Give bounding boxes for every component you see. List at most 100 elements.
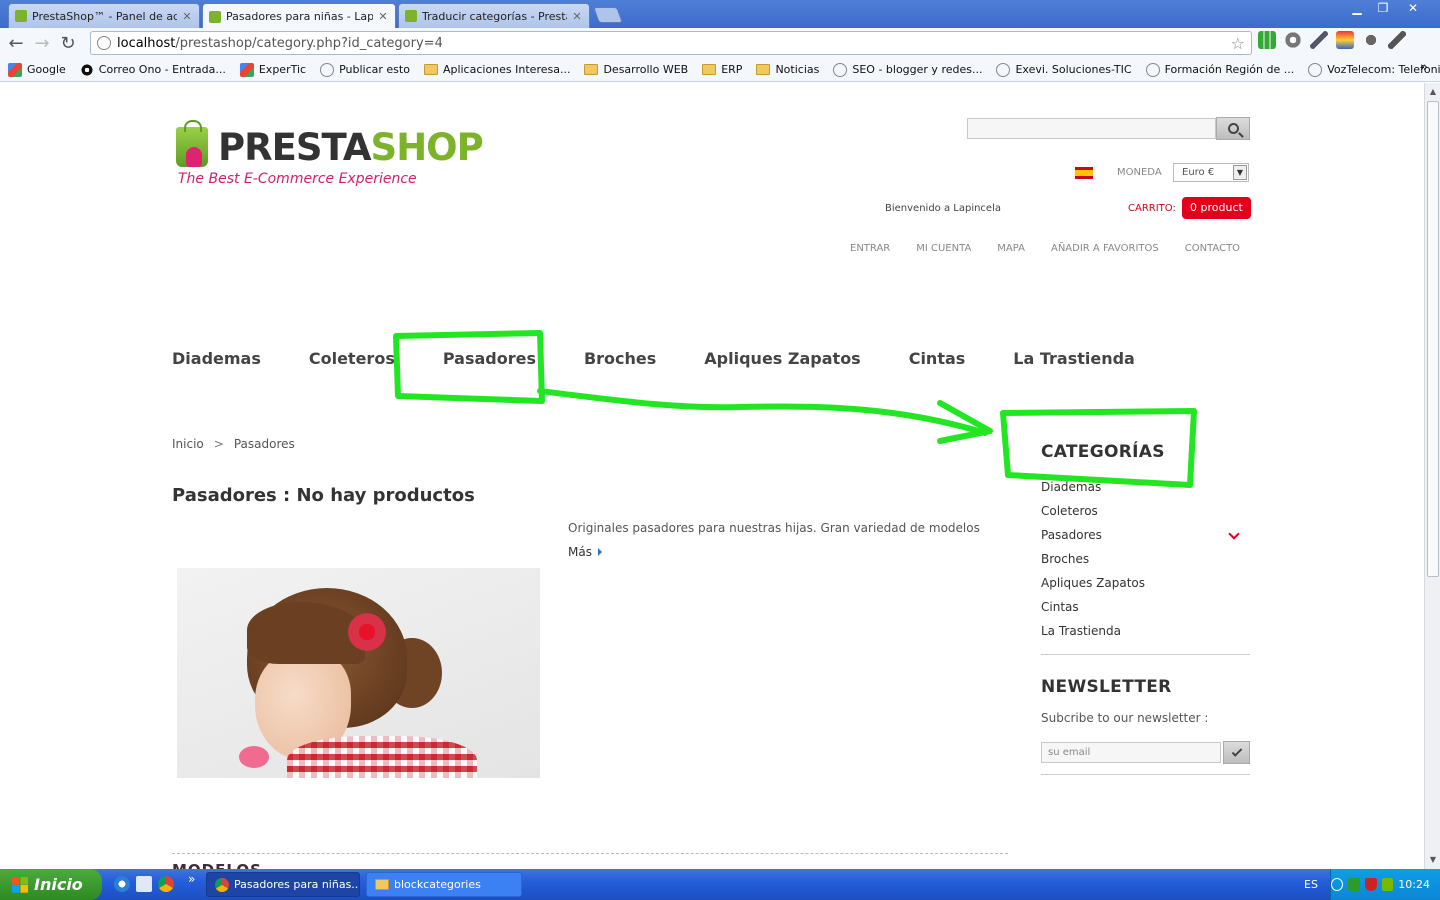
bookmark-exevi[interactable]: Exevi. Soluciones-TIC [996,62,1132,77]
google-icon [239,62,254,77]
globe-icon [996,62,1011,77]
currency-select[interactable]: Euro € ▼ [1173,163,1249,182]
bookmark-formacion[interactable]: Formación Región de ... [1145,62,1294,77]
eyedropper-icon[interactable] [1310,31,1328,49]
category-item-pasadores[interactable]: Pasadores [1041,528,1250,552]
tab-traducir[interactable]: Traducir categorías - PrestaSh ✕ [398,3,590,28]
menu-item-diademas[interactable]: Diademas [172,349,261,368]
category-description: Originales pasadores para nuestras hijas… [568,521,980,535]
shop-logo[interactable]: PRESTASHOP The Best E-Commerce Experienc… [176,120,484,191]
search-input[interactable] [967,118,1216,139]
bookmark-seo[interactable]: SEO - blogger y redes... [833,62,982,77]
bookmark-publicar[interactable]: Publicar esto [320,62,410,77]
tray-arrow-icon[interactable] [1330,878,1343,891]
folder-icon [756,64,771,75]
breadcrumb-home[interactable]: Inicio [172,437,204,451]
page-scrollbar[interactable]: ▲ ▼ [1424,83,1440,869]
language-indicator[interactable]: ES [1304,878,1318,891]
globe-icon [320,62,335,77]
category-item-la-trastienda[interactable]: La Trastienda [1041,624,1250,648]
category-item-broches[interactable]: Broches [1041,552,1250,576]
page-viewport: PRESTASHOP The Best E-Commerce Experienc… [0,83,1424,869]
bug-icon[interactable] [1362,31,1380,49]
chevron-down-icon[interactable] [1228,528,1240,540]
signal-bars-icon[interactable] [1258,31,1276,49]
annotation-arrow-head [937,400,993,444]
document-icon[interactable] [136,876,152,892]
menu-item-la-trastienda[interactable]: La Trastienda [1013,349,1135,368]
newsletter-text: Subcribe to our newsletter : [1041,711,1209,725]
new-tab-button[interactable] [593,7,623,23]
wrench-icon[interactable] [1388,31,1406,49]
taskbar-item-label: Pasadores para niñas... [234,878,360,891]
folder-icon [702,64,717,75]
menu-item-broches[interactable]: Broches [584,349,656,368]
spain-flag-icon[interactable] [1075,167,1093,179]
section-heading-modelos: MODELOS [172,861,262,869]
page-title: Pasadores : No hay productos [172,485,475,506]
scrollbar-thumb[interactable] [1427,101,1439,577]
more-link[interactable]: Más [568,545,602,559]
bookmark-expertic[interactable]: ExperTic [239,62,306,77]
menu-item-coleteros[interactable]: Coleteros [309,349,395,368]
bookmark-star-icon[interactable]: ☆ [1231,34,1245,53]
more-link-label: Más [568,545,592,559]
close-icon[interactable]: ✕ [377,10,389,23]
tab-pasadores[interactable]: Pasadores para niñas - Lapinc ✕ [202,3,396,29]
nvidia-icon[interactable] [1381,878,1394,891]
window-close-button[interactable]: ✕ [1400,0,1426,18]
taskbar-item-folder[interactable]: blockcategories [366,872,522,897]
scroll-up-icon[interactable]: ▲ [1426,85,1440,99]
forward-button[interactable]: → [29,30,55,56]
category-item-apliques-zapatos[interactable]: Apliques Zapatos [1041,576,1250,600]
bookmark-noticias[interactable]: Noticias [756,63,819,76]
bookmark-erp[interactable]: ERP [702,63,742,76]
back-button[interactable]: ← [3,30,29,56]
link-entrar[interactable]: ENTRAR [850,243,890,254]
color-palette-icon[interactable] [1336,31,1354,49]
bookmark-aplicaciones[interactable]: Aplicaciones Interesa... [423,63,570,76]
bookmark-correo-ono[interactable]: Correo Ono - Entrada... [79,62,226,77]
category-item-cintas[interactable]: Cintas [1041,600,1250,624]
scroll-down-icon[interactable]: ▼ [1426,853,1440,867]
tab-admin[interactable]: PrestaShop™ - Panel de admin ✕ [8,3,200,28]
caret-right-icon [597,548,602,556]
category-label: Cintas [1041,600,1079,614]
user-links: ENTRAR MI CUENTA MAPA AÑADIR A FAVORITOS… [850,243,1240,254]
address-bar[interactable]: localhost/prestashop/category.php?id_cat… [90,31,1252,55]
search-button[interactable] [1216,117,1250,140]
internet-explorer-icon[interactable] [114,876,130,892]
cart-button[interactable]: 0 product [1182,197,1251,219]
shield-icon[interactable] [1364,878,1377,891]
taskbar-item-chrome[interactable]: Pasadores para niñas... [206,872,360,897]
folder-icon [375,879,389,890]
chrome-icon[interactable] [158,876,174,892]
link-mapa[interactable]: MAPA [997,243,1025,254]
quick-launch-overflow[interactable]: » [188,872,195,886]
close-icon[interactable]: ✕ [571,10,583,23]
category-item-coleteros[interactable]: Coleteros [1041,504,1250,528]
bookmark-label: Google [27,63,66,76]
prestashop-favicon-icon [209,10,221,23]
maximize-button[interactable]: ❐ [1370,0,1396,18]
bookmark-desarrollo-web[interactable]: Desarrollo WEB [584,63,688,76]
checkmark-icon [1231,745,1242,757]
link-mi-cuenta[interactable]: MI CUENTA [916,243,971,254]
bookmarks-overflow-button[interactable]: » [1420,60,1428,75]
close-icon[interactable]: ✕ [181,10,193,23]
gear-icon[interactable] [1284,31,1302,49]
link-favoritos[interactable]: AÑADIR A FAVORITOS [1051,243,1159,254]
bookmark-google[interactable]: Google [8,62,66,77]
menu-item-pasadores[interactable]: Pasadores [443,349,536,368]
bookmark-label: Exevi. Soluciones-TIC [1015,63,1132,76]
minimize-button[interactable]: ▁ [1344,0,1370,18]
reload-button[interactable]: ↻ [55,30,81,56]
newsletter-submit-button[interactable] [1223,741,1250,764]
menu-item-cintas[interactable]: Cintas [909,349,966,368]
link-contacto[interactable]: CONTACTO [1185,243,1240,254]
category-item-diademas[interactable]: Diademas [1041,480,1250,504]
menu-item-apliques-zapatos[interactable]: Apliques Zapatos [704,349,860,368]
newsletter-email-input[interactable]: su email [1041,742,1221,763]
start-button[interactable]: Inicio [0,869,102,900]
tray-app-icon[interactable] [1347,878,1360,891]
